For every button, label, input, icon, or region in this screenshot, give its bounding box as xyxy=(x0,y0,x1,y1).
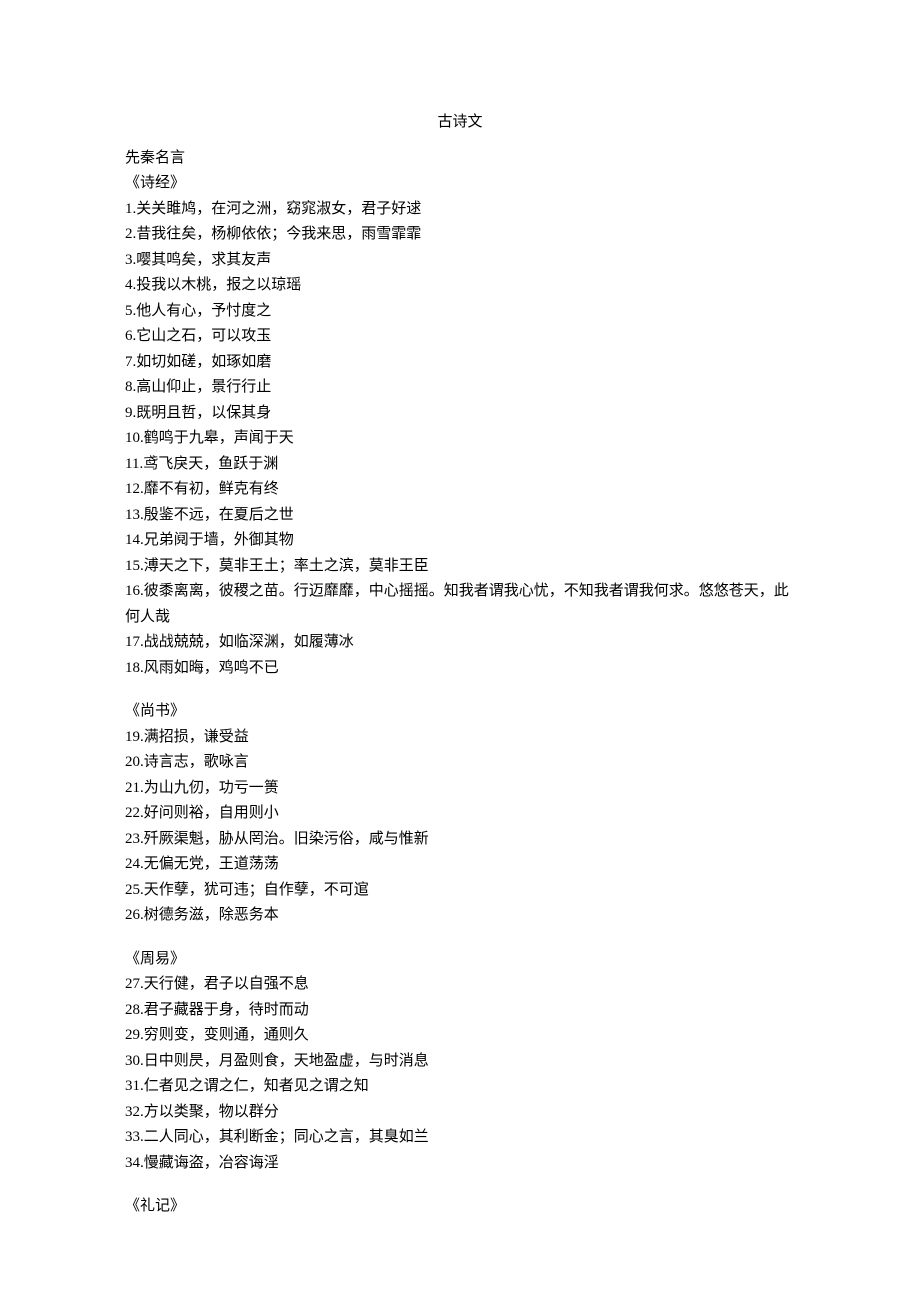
quote-line: 27.天行健，君子以自强不息 xyxy=(125,972,795,998)
quote-line: 17.战战兢兢，如临深渊，如履薄冰 xyxy=(125,630,795,656)
document-title: 古诗文 xyxy=(125,110,795,136)
quote-line: 16.彼黍离离，彼稷之苗。行迈靡靡，中心摇摇。知我者谓我心忧，不知我者谓我何求。… xyxy=(125,579,795,630)
quote-line: 20.诗言志，歌咏言 xyxy=(125,750,795,776)
quote-line: 24.无偏无党，王道荡荡 xyxy=(125,852,795,878)
quote-line: 28.君子藏器于身，待时而动 xyxy=(125,998,795,1024)
quote-line: 8.高山仰止，景行行止 xyxy=(125,375,795,401)
quote-line: 34.慢藏诲盗，冶容诲淫 xyxy=(125,1151,795,1177)
quote-line: 6.它山之石，可以攻玉 xyxy=(125,324,795,350)
quote-line: 21.为山九仞，功亏一篑 xyxy=(125,776,795,802)
quote-line: 32.方以类聚，物以群分 xyxy=(125,1100,795,1126)
quote-line: 15.溥天之下，莫非王土；率土之滨，莫非王臣 xyxy=(125,554,795,580)
quote-line: 7.如切如磋，如琢如磨 xyxy=(125,350,795,376)
quote-line: 30.日中则昃，月盈则食，天地盈虚，与时消息 xyxy=(125,1049,795,1075)
quote-line: 31.仁者见之谓之仁，知者见之谓之知 xyxy=(125,1074,795,1100)
source-title: 《尚书》 xyxy=(125,699,795,725)
quote-line: 26.树德务滋，除恶务本 xyxy=(125,903,795,929)
quote-line: 22.好问则裕，自用则小 xyxy=(125,801,795,827)
main-heading: 先秦名言 xyxy=(125,146,795,172)
quote-line: 29.穷则变，变则通，通则久 xyxy=(125,1023,795,1049)
quote-line: 12.靡不有初，鲜克有终 xyxy=(125,477,795,503)
quote-line: 9.既明且哲，以保其身 xyxy=(125,401,795,427)
quote-line: 19.满招损，谦受益 xyxy=(125,725,795,751)
source-title: 《礼记》 xyxy=(125,1194,795,1220)
source-title: 《诗经》 xyxy=(125,171,795,197)
quote-line: 25.天作孽，犹可违；自作孽，不可逭 xyxy=(125,878,795,904)
quote-line: 2.昔我往矣，杨柳依依；今我来思，雨雪霏霏 xyxy=(125,222,795,248)
quote-line: 14.兄弟阋于墙，外御其物 xyxy=(125,528,795,554)
quote-line: 4.投我以木桃，报之以琼瑶 xyxy=(125,273,795,299)
source-title: 《周易》 xyxy=(125,947,795,973)
quote-line: 23.歼厥渠魁，胁从罔治。旧染污俗，咸与惟新 xyxy=(125,827,795,853)
quote-line: 5.他人有心，予忖度之 xyxy=(125,299,795,325)
quote-line: 10.鹤鸣于九皋，声闻于天 xyxy=(125,426,795,452)
quote-line: 33.二人同心，其利断金；同心之言，其臭如兰 xyxy=(125,1125,795,1151)
quote-line: 11.鸢飞戾天，鱼跃于渊 xyxy=(125,452,795,478)
quote-line: 3.嘤其鸣矣，求其友声 xyxy=(125,248,795,274)
quote-line: 13.殷鉴不远，在夏后之世 xyxy=(125,503,795,529)
quote-line: 1.关关雎鸠，在河之洲，窈窕淑女，君子好逑 xyxy=(125,197,795,223)
quote-line: 18.风雨如晦，鸡鸣不已 xyxy=(125,656,795,682)
